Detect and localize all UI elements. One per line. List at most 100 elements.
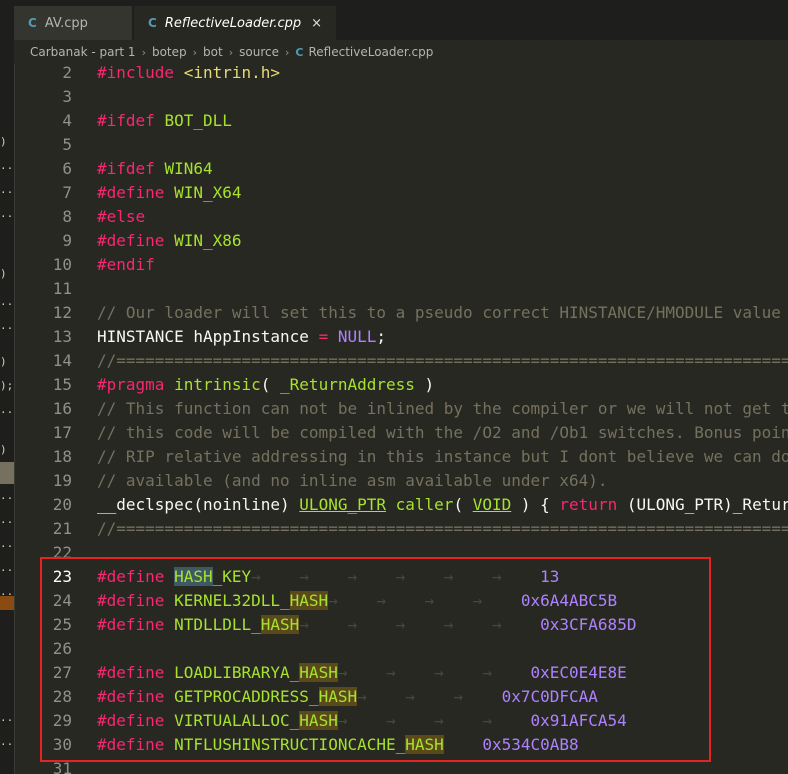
tab-label: AV.cpp: [44, 15, 88, 31]
annotation-highlight-box: [40, 557, 711, 762]
breadcrumb: Carbanak - part 1 › botep › bot › source…: [14, 40, 788, 64]
code-token: #pragma: [97, 375, 175, 394]
gutter-highlight: [0, 462, 14, 484]
code-token: #include: [97, 64, 184, 82]
code-token: BOT_DLL: [164, 111, 232, 130]
code-line[interactable]: 7 #define WIN_X64: [14, 181, 788, 205]
code-text: // available (and no inline asm availabl…: [97, 469, 608, 493]
gutter-highlight: [0, 596, 14, 610]
breadcrumb-file[interactable]: ReflectiveLoader.cpp: [308, 45, 433, 59]
code-text: #include <intrin.h>: [97, 64, 280, 85]
code-text: //======================================…: [97, 349, 788, 373]
tab-reflectiveloader-cpp[interactable]: C ReflectiveLoader.cpp ×: [134, 6, 336, 40]
chevron-right-icon: ›: [284, 45, 290, 59]
gutter-mark: ..: [0, 735, 14, 748]
cpp-file-icon: C: [295, 45, 304, 59]
code-line[interactable]: 5: [14, 133, 788, 157]
code-line[interactable]: 19 // available (and no inline asm availa…: [14, 469, 788, 493]
line-number: 9: [62, 231, 72, 250]
line-number: 17: [52, 423, 72, 442]
code-token: (: [260, 375, 281, 394]
gutter-mark: ..: [0, 711, 14, 724]
breadcrumb-item[interactable]: botep: [152, 45, 187, 59]
code-line[interactable]: 10 #endif: [14, 253, 788, 277]
code-text: // this code will be compiled with the /…: [97, 421, 788, 445]
code-token: (: [453, 495, 473, 514]
code-token: //======================================…: [97, 351, 788, 370]
code-token: // this code will be compiled with the /…: [97, 423, 788, 442]
code-text: // Our loader will set this to a pseudo …: [97, 301, 781, 325]
close-icon[interactable]: ×: [311, 16, 322, 31]
code-token: //======================================…: [97, 519, 788, 538]
chevron-right-icon: ›: [141, 45, 146, 59]
breadcrumb-item[interactable]: bot: [203, 45, 223, 59]
code-text: // RIP relative addressing in this insta…: [97, 445, 788, 469]
line-number: 13: [52, 327, 72, 346]
code-token: =: [318, 327, 329, 346]
gutter-mark: ..: [0, 183, 14, 196]
code-token: // Our loader will set this to a pseudo …: [97, 303, 781, 322]
chevron-right-icon: ›: [192, 45, 198, 59]
gutter-mark: ): [0, 267, 7, 280]
code-token: #define: [97, 183, 175, 202]
line-number: 14: [52, 351, 72, 370]
code-text: // This function can not be inlined by t…: [97, 397, 788, 421]
gutter-mark: ..: [0, 295, 14, 308]
gutter-mark: ..: [0, 207, 14, 220]
code-text: //======================================…: [97, 517, 788, 541]
code-line[interactable]: 20 __declspec(noinline) ULONG_PTR caller(…: [14, 493, 788, 517]
line-number: 6: [62, 159, 72, 178]
gutter-mark: ..: [0, 561, 14, 574]
code-token: #ifdef: [97, 159, 165, 178]
cpp-file-icon: C: [148, 16, 157, 30]
line-number: 4: [62, 111, 72, 130]
code-line[interactable]: 11: [14, 277, 788, 301]
gutter-mark: ..: [0, 513, 14, 526]
gutter-mark: ..: [0, 403, 14, 416]
code-line[interactable]: 3: [14, 85, 788, 109]
breadcrumb-item[interactable]: source: [239, 45, 279, 59]
code-token: #else: [97, 207, 146, 226]
code-line[interactable]: 14 //====================================…: [14, 349, 788, 373]
code-token: VOID: [472, 495, 512, 514]
line-number: 3: [62, 87, 72, 106]
code-line[interactable]: 18 // RIP relative addressing in this ins…: [14, 445, 788, 469]
code-token: _ReturnAddress: [280, 375, 415, 394]
line-number: 21: [52, 519, 72, 538]
code-token: #ifdef: [97, 111, 165, 130]
code-line[interactable]: 15 #pragma intrinsic( _ReturnAddress ): [14, 373, 788, 397]
code-token: ULONG_PTR: [299, 495, 386, 514]
code-line[interactable]: 4 #ifdef BOT_DLL: [14, 109, 788, 133]
code-token: WIN64: [164, 159, 213, 178]
code-token: // RIP relative addressing in this insta…: [97, 447, 788, 466]
code-token: __declspec(noinline): [97, 495, 300, 514]
code-token: <intrin.h>: [183, 64, 281, 82]
gutter-mark: ..: [0, 489, 14, 502]
tab-av-cpp[interactable]: C AV.cpp: [14, 6, 132, 40]
code-line[interactable]: 13 HINSTANCE hAppInstance = NULL;: [14, 325, 788, 349]
line-number: 20: [52, 495, 72, 514]
code-line[interactable]: 16 // This function can not be inlined by…: [14, 397, 788, 421]
code-line[interactable]: 8 #else: [14, 205, 788, 229]
code-token: ;: [376, 327, 387, 346]
gutter-mark: ..: [0, 537, 14, 550]
code-line[interactable]: 12 // Our loader will set this to a pseud…: [14, 301, 788, 325]
code-line[interactable]: 6 #ifdef WIN64: [14, 157, 788, 181]
code-token: WIN_X86: [174, 231, 242, 250]
code-line[interactable]: 9 #define WIN_X86: [14, 229, 788, 253]
gutter-mark: ): [0, 443, 7, 456]
code-token: intrinsic: [174, 375, 261, 394]
breadcrumb-item[interactable]: Carbanak - part 1: [30, 45, 136, 59]
line-number: 10: [52, 255, 72, 274]
code-token: ) {: [511, 495, 560, 514]
gutter-mark: ): [0, 355, 7, 368]
code-line[interactable]: 2 #include <intrin.h>: [14, 64, 788, 85]
code-line[interactable]: 17 // this code will be compiled with the…: [14, 421, 788, 445]
tab-label: ReflectiveLoader.cpp: [164, 15, 302, 31]
gutter-mark: );: [0, 379, 14, 392]
code-token: caller: [395, 495, 454, 514]
code-line[interactable]: 21 //====================================…: [14, 517, 788, 541]
line-number: 5: [62, 135, 72, 154]
code-text: HINSTANCE hAppInstance = NULL;: [97, 325, 386, 349]
